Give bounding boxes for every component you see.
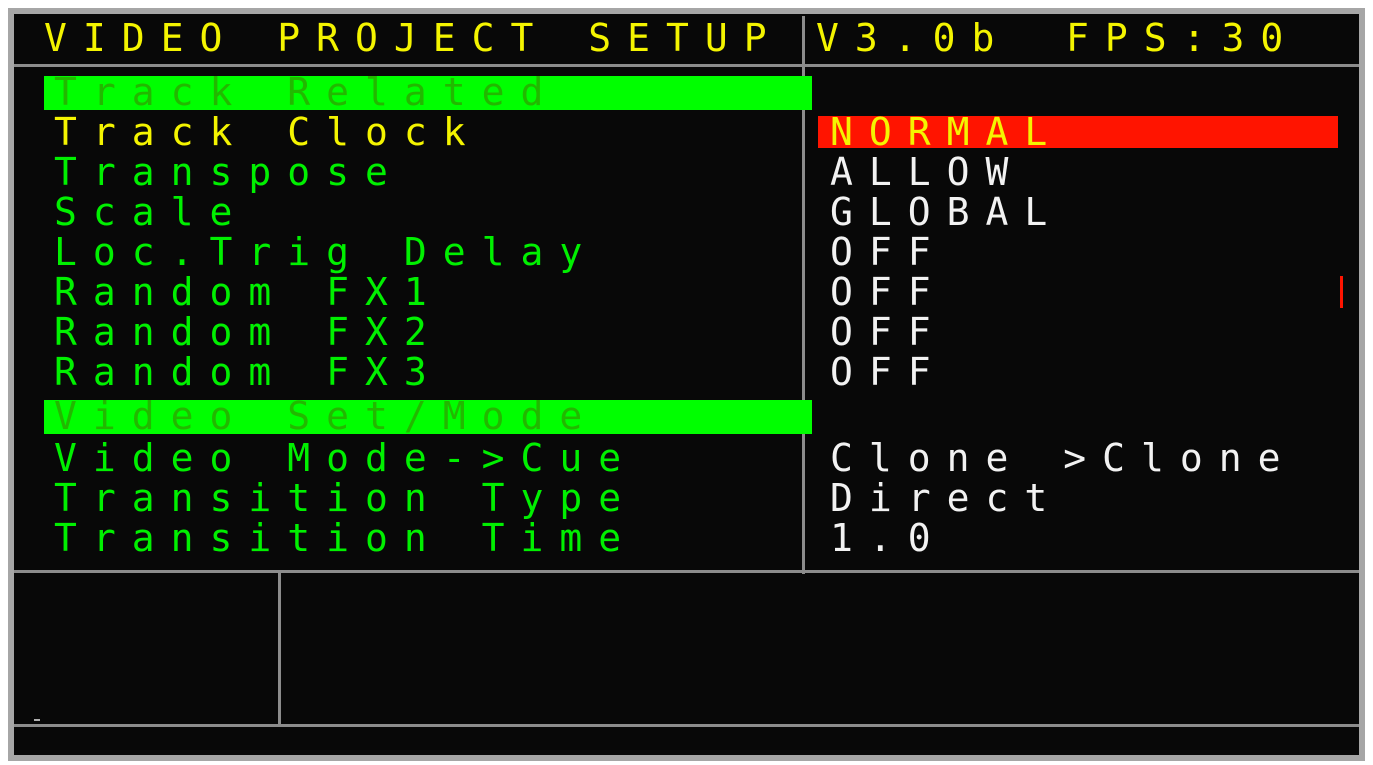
info-panel-top-border bbox=[14, 570, 1359, 573]
row-value: GLOBAL bbox=[830, 190, 1064, 234]
row-value: Direct bbox=[830, 476, 1064, 520]
version-label: V3.0b bbox=[816, 16, 1011, 60]
row-label: Transition Type bbox=[54, 476, 638, 520]
value-transition-time[interactable]: 1.0 bbox=[830, 518, 1350, 558]
menu-row-random-fx2[interactable]: Random FX2 bbox=[54, 312, 814, 352]
row-value: 1.0 bbox=[830, 516, 947, 560]
menu-row-transition-time[interactable]: Transition Time bbox=[54, 518, 814, 558]
value-video-mode-cue[interactable]: Clone >Clone bbox=[830, 438, 1350, 478]
value-scale[interactable]: GLOBAL bbox=[830, 192, 1350, 232]
info-panel-divider bbox=[278, 570, 281, 726]
value-transpose[interactable]: ALLOW bbox=[830, 152, 1350, 192]
row-value: OFF bbox=[830, 310, 947, 354]
row-label: Loc.Trig Delay bbox=[54, 230, 599, 274]
menu-row-scale[interactable]: Scale bbox=[54, 192, 814, 232]
row-value: OFF bbox=[830, 350, 947, 394]
value-loc-trig-delay[interactable]: OFF bbox=[830, 232, 1350, 272]
menu-row-track-clock[interactable]: Track Clock bbox=[54, 112, 814, 152]
value-transition-type[interactable]: Direct bbox=[830, 478, 1350, 518]
status-bar-top-border bbox=[14, 724, 1359, 727]
menu-row-transition-type[interactable]: Transition Type bbox=[54, 478, 814, 518]
row-label: Transpose bbox=[54, 150, 404, 194]
menu-row-transpose[interactable]: Transpose bbox=[54, 152, 814, 192]
row-label: Random FX2 bbox=[54, 310, 443, 354]
section-title: Track Related bbox=[54, 70, 560, 114]
row-label: Random FX3 bbox=[54, 350, 443, 394]
section-header-track-related[interactable]: Track Related bbox=[44, 72, 812, 112]
row-value: NORMAL bbox=[830, 110, 1064, 154]
page-title: VIDEO PROJECT SETUP bbox=[44, 16, 783, 60]
row-label: Track Clock bbox=[54, 110, 482, 154]
value-random-fx3[interactable]: OFF bbox=[830, 352, 1350, 392]
setup-screen: VIDEO PROJECT SETUP V3.0b FPS:30 Track R… bbox=[8, 8, 1365, 761]
section-title: Video Set/Mode bbox=[54, 394, 599, 438]
scroll-indicator[interactable] bbox=[1340, 276, 1343, 308]
row-label: Transition Time bbox=[54, 516, 638, 560]
header-underline bbox=[14, 64, 1359, 67]
menu-row-loc-trig-delay[interactable]: Loc.Trig Delay bbox=[54, 232, 814, 272]
fps-label: FPS:30 bbox=[1066, 16, 1300, 60]
row-value: OFF bbox=[830, 230, 947, 274]
row-label: Video Mode->Cue bbox=[54, 436, 638, 480]
cursor-mark bbox=[34, 719, 40, 721]
row-label: Random FX1 bbox=[54, 270, 443, 314]
row-label: Scale bbox=[54, 190, 249, 234]
menu-row-random-fx1[interactable]: Random FX1 bbox=[54, 272, 814, 312]
menu-row-random-fx3[interactable]: Random FX3 bbox=[54, 352, 814, 392]
value-track-clock[interactable]: NORMAL bbox=[830, 112, 1350, 152]
section-header-video-set-mode[interactable]: Video Set/Mode bbox=[44, 396, 812, 436]
row-value: Clone >Clone bbox=[830, 436, 1297, 480]
value-random-fx1[interactable]: OFF bbox=[830, 272, 1350, 312]
menu-row-video-mode-cue[interactable]: Video Mode->Cue bbox=[54, 438, 814, 478]
row-value: ALLOW bbox=[830, 150, 1025, 194]
row-value: OFF bbox=[830, 270, 947, 314]
header-divider bbox=[802, 16, 805, 64]
value-random-fx2[interactable]: OFF bbox=[830, 312, 1350, 352]
